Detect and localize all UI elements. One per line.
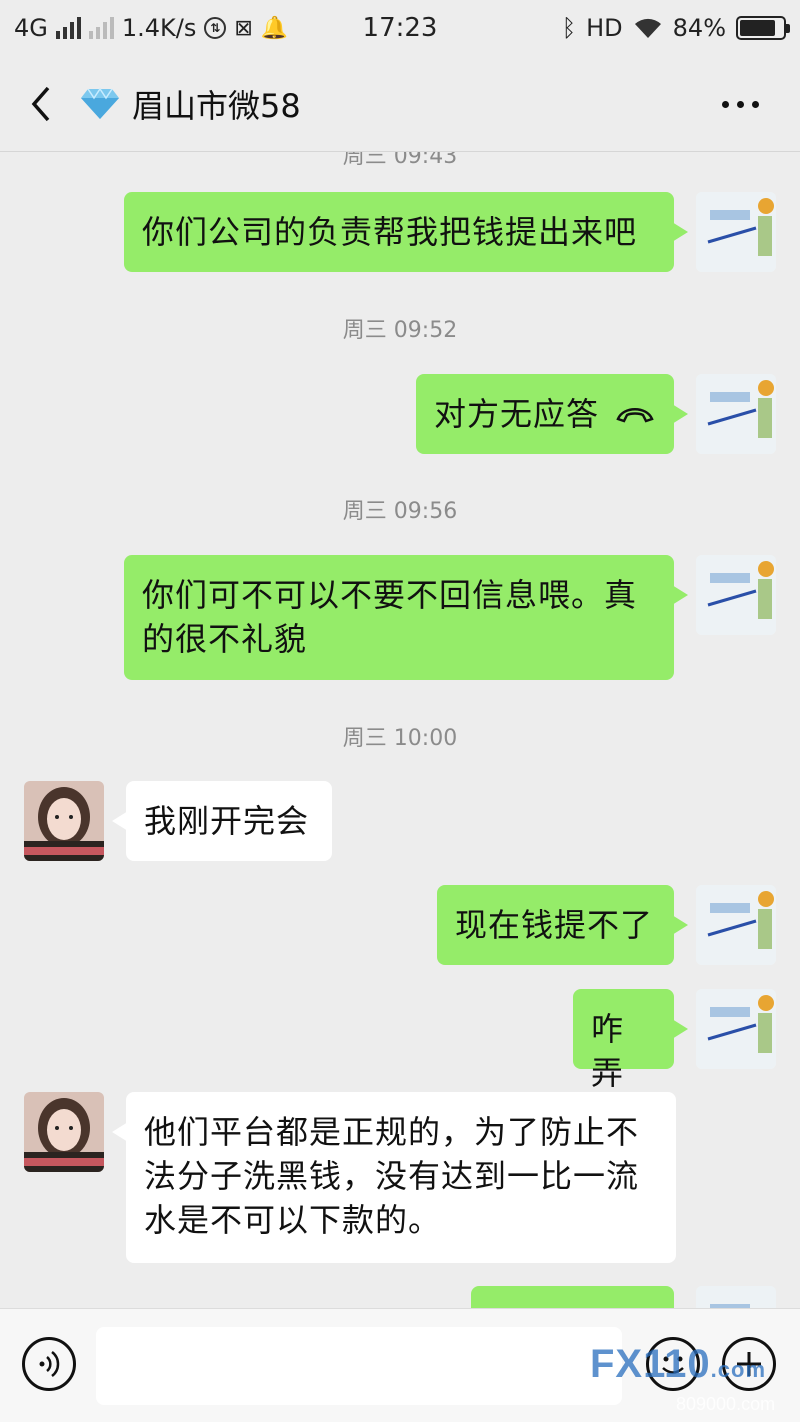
- timestamp: 周三 10:00: [342, 726, 458, 751]
- avatar-me[interactable]: [696, 555, 776, 635]
- avatar-me-image: [696, 989, 776, 1069]
- more-button[interactable]: [700, 84, 780, 124]
- avatar-me-image: [696, 192, 776, 272]
- timestamp: 周三 09:52: [342, 318, 458, 343]
- message-list[interactable]: 周三 09:43 你们公司的负责帮我把钱提出来吧 周三 09:52 对方无应答 …: [0, 152, 800, 1308]
- watermark-domain: 809000.com: [676, 1394, 776, 1414]
- message-bubble-contact[interactable]: 我刚开完会: [112, 781, 332, 861]
- diamond-icon: [81, 87, 119, 119]
- message-bubble-me[interactable]: 咋弄: [573, 989, 688, 1092]
- message-bubble-contact[interactable]: 他们平台都是正规的，为了防止不法分子洗黑钱，没有达到一比一流水是不可以下款的。: [112, 1092, 676, 1263]
- back-button[interactable]: [0, 56, 80, 152]
- status-bar: 4G 1.4K/s ⇅ ⊠ 🔔 17:23 ᛒ HD 84%: [0, 0, 800, 56]
- message-bubble-me-partial[interactable]: [471, 1286, 674, 1308]
- chat-title: 眉山市微58: [132, 86, 301, 125]
- phone-hangup-icon: [616, 408, 654, 423]
- call-bubble[interactable]: 对方无应答: [416, 374, 688, 454]
- message-bubble-me[interactable]: 现在钱提不了: [437, 885, 688, 965]
- avatar-me[interactable]: [696, 192, 776, 272]
- avatar-me[interactable]: [696, 374, 776, 454]
- message-input[interactable]: [96, 1327, 622, 1405]
- timestamp-partial: 周三 09:43: [342, 152, 458, 169]
- message-bubble-me[interactable]: 你们可不可以不要不回信息喂。真的很不礼貌: [124, 555, 688, 680]
- message-bubble-me[interactable]: 你们公司的负责帮我把钱提出来吧: [124, 192, 688, 272]
- avatar-me-image: [696, 885, 776, 965]
- avatar-contact-image: [24, 781, 104, 861]
- avatar-contact[interactable]: [24, 781, 104, 861]
- back-arrow-icon: [31, 86, 50, 121]
- avatar-me-image: [696, 555, 776, 635]
- avatar-me-image: [696, 374, 776, 454]
- chat-header: 眉山市微58: [0, 56, 800, 152]
- avatar-me[interactable]: [696, 989, 776, 1069]
- voice-icon: [39, 1351, 60, 1377]
- call-status-text: 对方无应答: [434, 395, 600, 433]
- avatar-contact-image: [24, 1092, 104, 1172]
- timestamp: 周三 09:56: [342, 499, 458, 524]
- avatar-me-image: [696, 1286, 776, 1308]
- clock: 17:23: [362, 13, 438, 43]
- watermark-logo: FX110.com: [590, 1342, 767, 1386]
- voice-button[interactable]: [22, 1337, 76, 1391]
- avatar-me[interactable]: [696, 1286, 776, 1308]
- battery-icon: [736, 16, 790, 40]
- avatar-me[interactable]: [696, 885, 776, 965]
- avatar-contact[interactable]: [24, 1092, 104, 1172]
